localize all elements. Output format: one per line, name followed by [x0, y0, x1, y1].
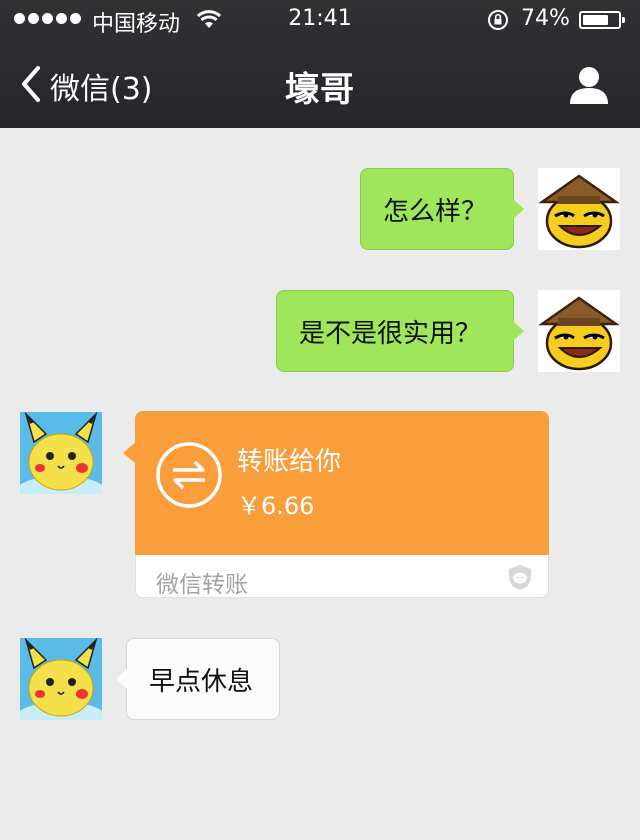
pikachu-avatar-image: [20, 412, 102, 494]
person-icon[interactable]: [566, 64, 612, 106]
meme-face-avatar-image: [538, 168, 620, 250]
battery-icon: [579, 11, 625, 29]
meme-face-avatar-image: [538, 290, 620, 372]
battery-percent: 74%: [521, 6, 570, 31]
status-bar: 中国移动 21:41 74%: [0, 0, 640, 40]
self-avatar[interactable]: [538, 290, 620, 372]
transfer-footer-label: 微信转账: [156, 572, 248, 598]
transfer-title: 转账给你: [237, 447, 342, 477]
message-text: 早点休息: [149, 666, 254, 697]
top-bar: 中国移动 21:41 74% 微信(3) 壕哥: [0, 0, 640, 128]
self-avatar[interactable]: [538, 168, 620, 250]
message-bubble-self[interactable]: 怎么样？: [360, 168, 524, 250]
transfer-amount: ￥6.66: [237, 492, 315, 520]
contact-avatar[interactable]: [20, 412, 102, 494]
message-bubble-self[interactable]: 是不是很实用？: [276, 290, 524, 372]
transfer-arrows-icon: [156, 442, 222, 508]
message-text: 怎么样？: [383, 196, 488, 227]
nav-bar: 微信(3) 壕哥: [0, 40, 640, 128]
message-bubble-contact[interactable]: 早点休息: [116, 638, 280, 720]
transfer-card[interactable]: 转账给你 ￥6.66 微信转账: [123, 411, 549, 598]
contact-avatar[interactable]: [20, 638, 102, 720]
chat-title: 壕哥: [285, 70, 355, 110]
message-text: 是不是很实用？: [299, 318, 482, 349]
rotation-lock-icon: [488, 10, 508, 30]
shield-icon: [509, 565, 531, 590]
pikachu-avatar-image: [20, 638, 102, 720]
